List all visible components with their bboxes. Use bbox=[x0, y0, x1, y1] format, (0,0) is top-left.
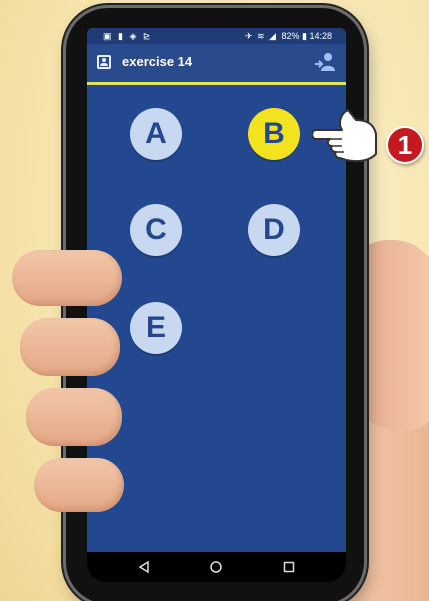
callout-number-badge: 1 bbox=[386, 126, 424, 164]
recent-apps-icon[interactable] bbox=[282, 560, 296, 574]
hand-finger bbox=[12, 250, 122, 306]
status-right-group: ✈ ≋ ◢ 82% ▮ 14:28 bbox=[245, 28, 332, 44]
battery-icon: ▮ bbox=[302, 31, 307, 41]
status-time: 14:28 bbox=[309, 31, 332, 41]
hand-finger bbox=[26, 388, 122, 446]
answer-d-button[interactable]: D bbox=[248, 204, 300, 256]
answer-c-button[interactable]: C bbox=[130, 204, 182, 256]
pointing-hand-icon bbox=[312, 109, 377, 163]
hand-finger bbox=[34, 458, 124, 512]
answer-a-button[interactable]: A bbox=[130, 108, 182, 160]
home-icon[interactable] bbox=[209, 560, 223, 574]
profile-card-icon[interactable] bbox=[97, 55, 111, 69]
app-bar: exercise 14 bbox=[87, 44, 346, 85]
user-switch-icon[interactable] bbox=[314, 52, 336, 72]
app-title: exercise 14 bbox=[122, 54, 193, 69]
android-nav-bar bbox=[87, 552, 346, 582]
battery-level: 82% bbox=[281, 31, 300, 41]
status-bar: ▣ ▮ ◈ ⊵ ✈ ≋ ◢ 82% ▮ 14:28 bbox=[87, 28, 346, 44]
status-notification-icons: ▣ ▮ ◈ ⊵ bbox=[103, 31, 153, 41]
back-icon[interactable] bbox=[137, 560, 151, 574]
answer-b-button[interactable]: B bbox=[248, 108, 300, 160]
phone-screen: ▣ ▮ ◈ ⊵ ✈ ≋ ◢ 82% ▮ 14:28 exercise 14 A … bbox=[87, 28, 346, 582]
hand-finger bbox=[20, 318, 120, 376]
status-signal-icons: ✈ ≋ ◢ bbox=[244, 31, 277, 41]
answer-e-button[interactable]: E bbox=[130, 302, 182, 354]
